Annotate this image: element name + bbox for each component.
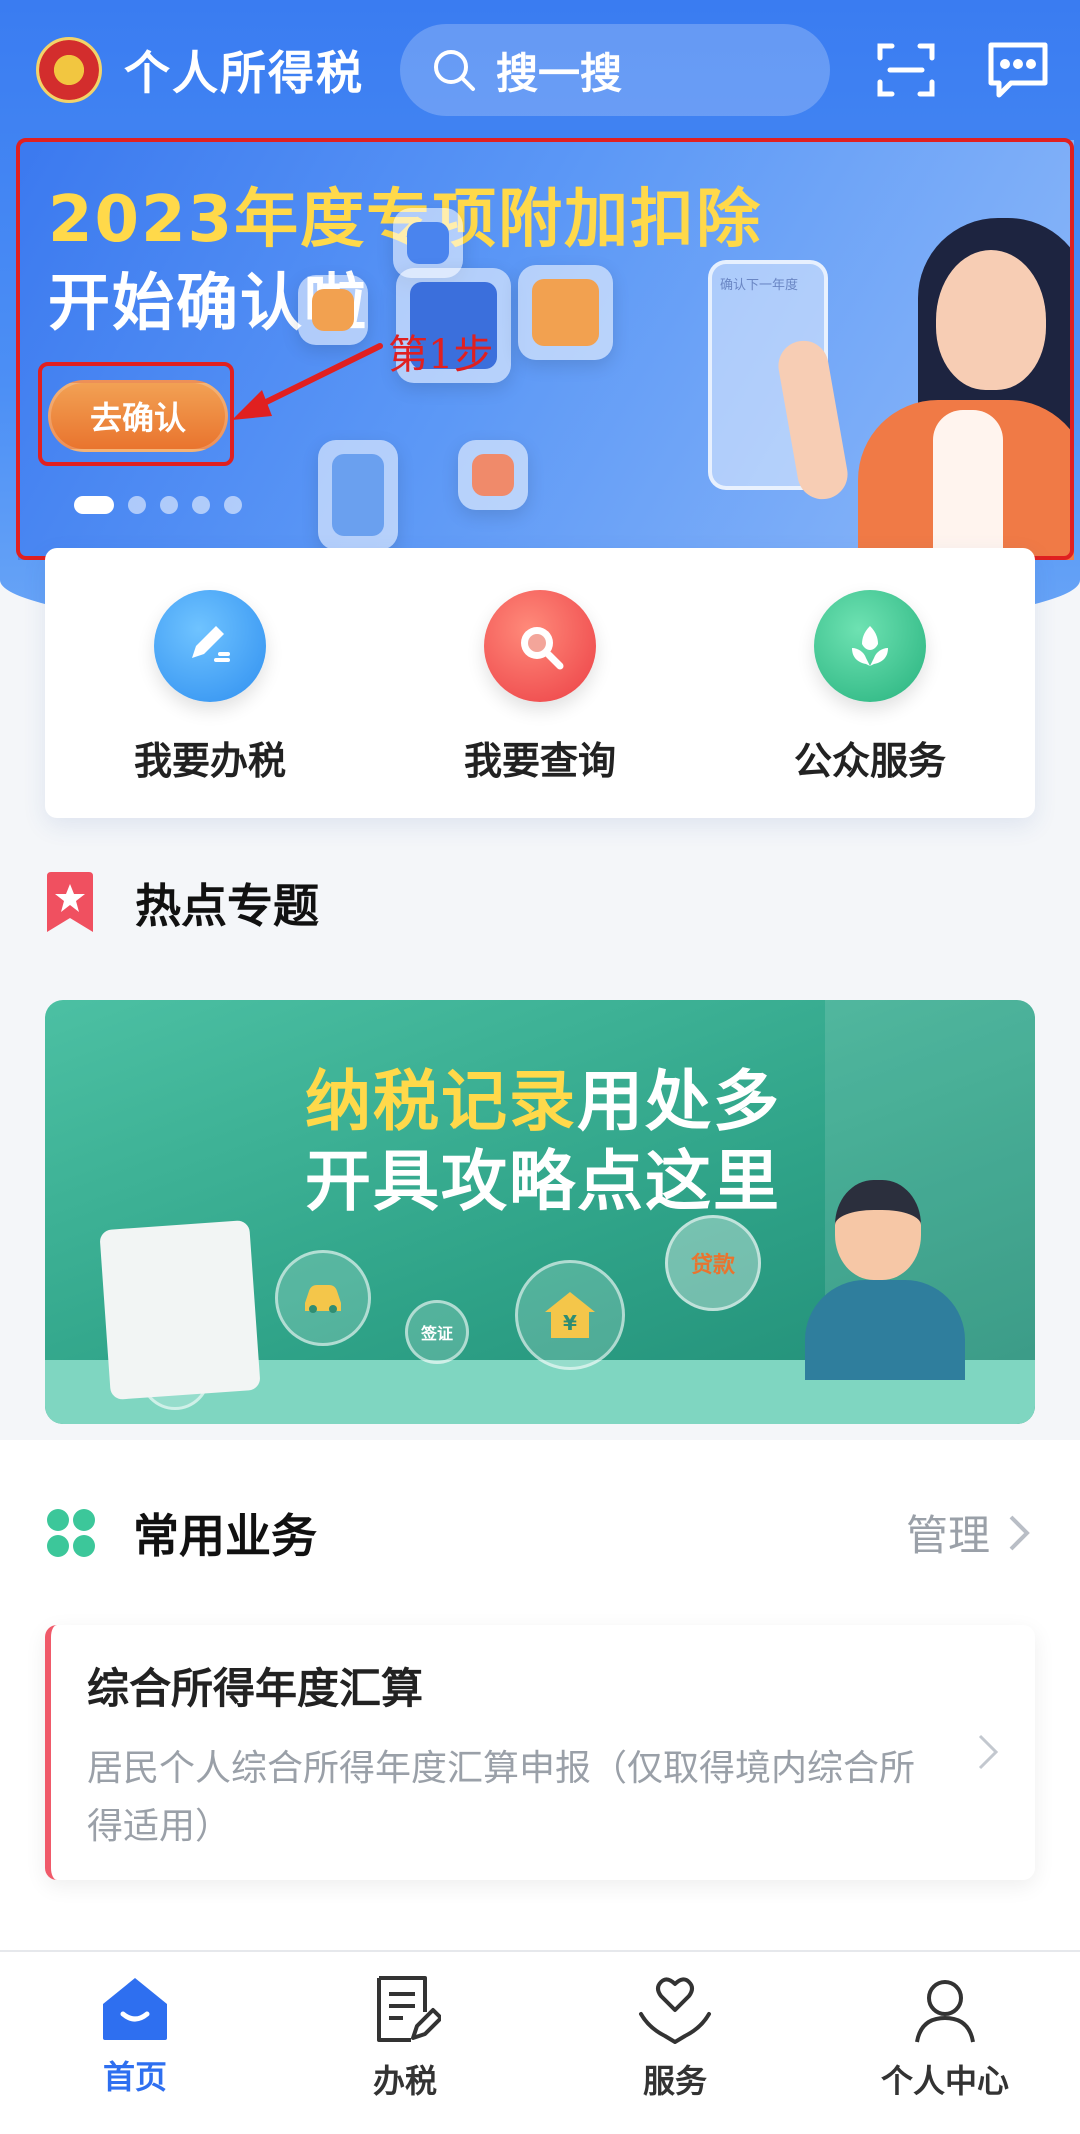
tab-tax[interactable]: 办税 (270, 1952, 540, 2134)
carousel-dot (128, 496, 146, 514)
top-header: 个人所得税 搜一搜 (0, 0, 1080, 140)
quick-action-tax[interactable]: 我要办税 (45, 548, 375, 818)
chevron-right-icon (978, 1734, 999, 1770)
manage-label: 管理 (905, 1511, 990, 1560)
banner-title-year: 2023年度 (48, 183, 367, 257)
bottom-tab-bar: 首页 办税 服务 个人中心 (0, 1950, 1080, 2134)
carousel-dot (160, 496, 178, 514)
woman-face (936, 250, 1046, 390)
carousel-dot (192, 496, 210, 514)
elder-tile-icon (458, 440, 528, 510)
promo-banner[interactable]: 2023年度专项附加扣除 开始确认啦 确认下一年度 去确认 (18, 140, 1074, 560)
clover-grid-icon (47, 1509, 95, 1557)
hot-banner-line2: 开具攻略点这里 (305, 1143, 781, 1220)
tab-service[interactable]: 服务 (540, 1952, 810, 2134)
quick-action-label: 我要查询 (463, 739, 616, 783)
home-icon (103, 1978, 167, 2040)
coin-tile-icon (298, 275, 368, 345)
search-label: 搜一搜 (496, 48, 623, 98)
person-icon (915, 1980, 975, 2043)
quick-action-label: 公众服务 (793, 739, 946, 783)
woman-shirt (933, 410, 1003, 560)
annotation-button-outline (38, 362, 234, 466)
tulip-icon (814, 590, 926, 702)
phone-text: 确认下一年度 (720, 278, 799, 293)
svg-text:¥: ¥ (563, 1311, 577, 1335)
carousel-indicator (74, 496, 242, 514)
quick-actions-card: 我要办税 我要查询 公众服务 (45, 548, 1035, 818)
books-tile-icon (318, 440, 398, 550)
message-icon (988, 42, 1048, 98)
quick-action-public-service[interactable]: 公众服务 (705, 548, 1035, 818)
tab-home[interactable]: 首页 (0, 1952, 270, 2134)
tax-emblem-logo (36, 37, 102, 103)
tab-label: 个人中心 (880, 2062, 1009, 2100)
common-business-header: 常用业务 (45, 1500, 317, 1566)
manage-link[interactable]: 管理 (906, 1502, 1030, 1563)
annotation-step-label: 第1步 (388, 332, 494, 378)
business-card[interactable]: 综合所得年度汇算 居民个人综合所得年度汇算申报（仅取得境内综合所得适用） (45, 1625, 1035, 1880)
tab-label: 首页 (102, 2058, 167, 2096)
tab-label: 服务 (642, 2062, 707, 2100)
hot-topics-header: 热点专题 (45, 870, 319, 936)
bookmark-star-icon (47, 872, 93, 932)
search-icon (434, 50, 475, 91)
quick-action-query[interactable]: 我要查询 (375, 548, 705, 818)
app-title: 个人所得税 (124, 46, 364, 100)
chevron-right-icon (1009, 1515, 1030, 1550)
edit-icon (154, 590, 266, 702)
car-bubble-icon (275, 1250, 371, 1346)
annotation-arrow-icon (232, 343, 383, 420)
hot-topic-banner[interactable]: 纳税记录用处多 开具攻略点这里 签证 ¥ 贷款 ··· (45, 1000, 1035, 1424)
house-yuan-bubble-icon: ¥ (515, 1260, 625, 1370)
business-card-title: 综合所得年度汇算 (87, 1664, 424, 1713)
message-button[interactable] (982, 34, 1054, 106)
search-icon (484, 590, 596, 702)
man-head (835, 1180, 921, 1280)
common-business-title: 常用业务 (133, 1509, 317, 1563)
house-tile-icon (518, 265, 613, 360)
scan-button[interactable] (870, 34, 942, 106)
carousel-dot-active (74, 496, 114, 514)
carousel-dot (224, 496, 242, 514)
business-card-description: 居民个人综合所得年度汇算申报（仅取得境内综合所得适用） (87, 1748, 916, 1847)
heart-hands-icon (639, 1977, 711, 2044)
document-edit-icon (377, 1976, 441, 2042)
quick-action-label: 我要办税 (133, 739, 286, 783)
tab-label: 办税 (372, 2062, 437, 2100)
document-illustration (99, 1219, 261, 1401)
search-bar[interactable]: 搜一搜 (400, 24, 830, 116)
scan-icon (877, 43, 935, 97)
tab-personal-center[interactable]: 个人中心 (810, 1952, 1080, 2134)
visa-bubble: 签证 (405, 1300, 469, 1364)
hot-topics-title: 热点专题 (135, 879, 319, 933)
loan-bubble: 贷款 (665, 1215, 761, 1311)
man-illustration (805, 1280, 965, 1380)
